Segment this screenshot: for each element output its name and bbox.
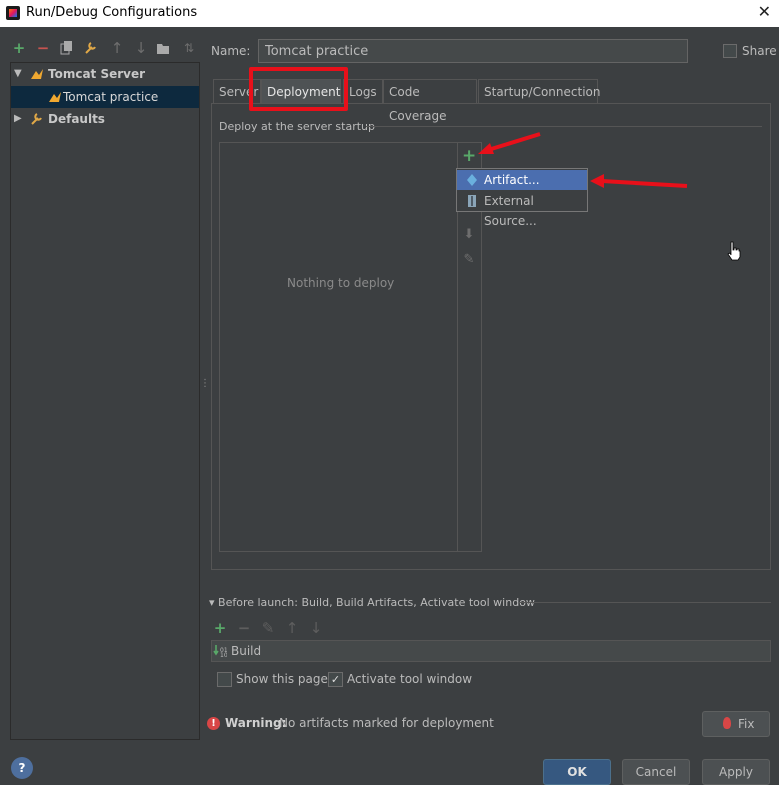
build-icon: 0110 [213,645,227,658]
tomcat-icon [31,69,43,79]
remove-icon[interactable]: − [34,38,52,58]
edit-pencil-icon[interactable]: ✎ [462,252,476,267]
annotation-highlight-box [249,67,348,111]
move-down-icon[interactable]: ↓ [307,618,325,638]
tab-startup-connection[interactable]: Startup/Connection [478,79,600,103]
add-icon[interactable]: + [211,618,229,638]
move-down-icon[interactable]: ⬇ [462,227,476,242]
tab-code-coverage[interactable]: Code Coverage [383,79,477,123]
separator [519,602,771,603]
copy-icon[interactable] [60,41,78,55]
show-this-page-label: Show this page [236,672,328,686]
warning-text: No artifacts marked for deployment [279,716,494,730]
before-launch-caption[interactable]: ▾ Before launch: Build, Build Artifacts,… [209,596,535,609]
cancel-button[interactable]: Cancel [622,759,690,785]
move-up-icon[interactable]: ↑ [108,38,126,58]
hand-cursor-icon [727,241,741,261]
activate-tool-window-label: Activate tool window [347,672,473,686]
intellij-app-icon [6,6,20,20]
name-input[interactable] [258,39,688,63]
archive-icon [468,195,476,207]
expand-arrow-icon[interactable]: ▶ [14,108,22,130]
splitter-handle[interactable]: ⋮ [200,378,210,392]
help-button[interactable]: ? [11,757,33,779]
add-icon[interactable]: + [10,38,28,58]
before-launch-text: Before launch: Build, Build Artifacts, A… [218,596,535,609]
name-label: Name: [211,44,251,58]
tree-item-label: Tomcat practice [63,90,159,104]
move-up-icon[interactable]: ↑ [283,618,301,638]
tomcat-icon [49,92,61,102]
svg-text:10: 10 [220,652,227,658]
warning-label: Warning: [225,716,287,730]
bulb-icon [723,717,731,729]
list-item[interactable]: Build [231,644,261,658]
config-tree: ▼ Tomcat Server Tomcat practice ▶ Defaul… [10,62,200,740]
title-bar: Run/Debug Configurations ✕ [0,0,779,27]
sort-icon[interactable]: ⇅ [180,38,198,58]
empty-list-text: Nothing to deploy [287,276,395,290]
share-label: Share [742,44,777,58]
annotation-arrows [478,132,688,188]
tree-item-label: Tomcat Server [48,67,146,81]
before-launch-toolbar: + − ✎ ↑ ↓ [211,618,331,638]
menu-item-label: External Source... [484,194,537,228]
activate-tool-window-checkbox[interactable]: ✓ [328,672,343,687]
edit-pencil-icon[interactable]: ✎ [259,618,277,638]
before-launch-list[interactable] [211,640,771,662]
ok-button[interactable]: OK [543,759,611,785]
tree-item-label: Defaults [48,112,105,126]
apply-button[interactable]: Apply [702,759,770,785]
deploy-list[interactable] [219,142,482,552]
tab-logs[interactable]: Logs [343,79,383,103]
wrench-icon [31,113,42,125]
tree-item-tomcat-practice[interactable]: Tomcat practice [11,86,199,108]
close-icon[interactable]: ✕ [758,2,771,21]
window-title: Run/Debug Configurations [26,5,198,20]
wrench-icon[interactable] [84,41,102,55]
share-checkbox[interactable] [723,44,737,58]
show-this-page-checkbox[interactable] [217,672,232,687]
fix-button[interactable]: Fix [702,711,770,737]
expand-arrow-icon[interactable]: ▼ [14,63,22,85]
tree-item-defaults[interactable]: ▶ Defaults [11,108,199,130]
warning-icon: ! [207,717,220,730]
move-down-icon[interactable]: ↓ [132,38,150,58]
deploy-caption: Deploy at the server startup [219,120,376,133]
config-toolbar: + − ↑ ↓ ⇅ [10,38,200,60]
tree-item-tomcat-server[interactable]: ▼ Tomcat Server [11,63,199,85]
folder-icon[interactable] [156,41,174,55]
fix-label: Fix [738,717,755,731]
remove-icon[interactable]: − [235,618,253,638]
